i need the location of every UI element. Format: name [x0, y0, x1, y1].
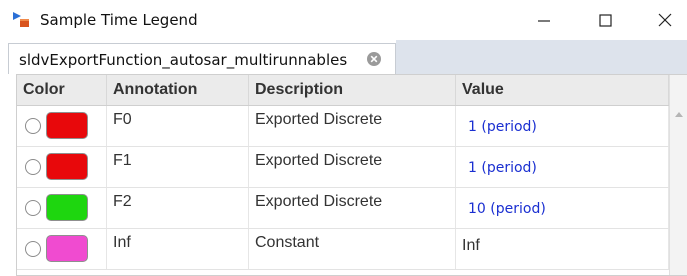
table-row[interactable]: F0 Exported Discrete 1 (period): [17, 106, 669, 147]
header-value[interactable]: Value: [456, 75, 669, 105]
tab-label: sldvExportFunction_autosar_multirunnable…: [19, 51, 348, 69]
table-row[interactable]: F1 Exported Discrete 1 (period): [17, 147, 669, 188]
description-cell: Exported Discrete: [249, 147, 456, 187]
value-cell: 1 (period): [456, 147, 669, 187]
color-swatch[interactable]: [46, 235, 88, 262]
header-color[interactable]: Color: [17, 75, 107, 105]
description-text: Constant: [255, 234, 320, 251]
value-cell: Inf: [456, 229, 669, 269]
header-description[interactable]: Description: [249, 75, 456, 105]
annotation-cell: F2: [107, 188, 249, 228]
vertical-scrollbar[interactable]: [669, 75, 687, 275]
close-icon: [658, 13, 672, 27]
value-link[interactable]: 1 (period): [468, 160, 537, 176]
scroll-up-arrow-icon[interactable]: [674, 111, 684, 119]
color-swatch[interactable]: [46, 194, 88, 221]
minimize-icon: [538, 20, 550, 22]
color-swatch[interactable]: [46, 112, 88, 139]
tab-strip: sldvExportFunction_autosar_multirunnable…: [0, 40, 687, 75]
header-annotation[interactable]: Annotation: [107, 75, 249, 105]
value-cell: 1 (period): [456, 106, 669, 146]
annotation-cell: F0: [107, 106, 249, 146]
description-text: Exported Discrete: [255, 111, 383, 128]
tab-strip-background: [396, 40, 687, 75]
window-title: Sample Time Legend: [40, 11, 198, 29]
maximize-button[interactable]: [583, 6, 627, 34]
minimize-button[interactable]: [522, 6, 566, 34]
title-bar: Sample Time Legend: [0, 0, 687, 40]
annotation-text: F0: [113, 111, 132, 128]
value-text: Inf: [462, 237, 480, 254]
annotation-text: Inf: [113, 234, 131, 251]
description-cell: Constant: [249, 229, 456, 269]
maximize-icon: [599, 14, 612, 27]
row-radio[interactable]: [25, 241, 41, 257]
color-cell: [17, 147, 107, 187]
table-header: Color Annotation Description Value: [17, 75, 669, 106]
simulink-icon: [13, 12, 29, 27]
row-radio[interactable]: [25, 200, 41, 216]
table-row[interactable]: Inf Constant Inf: [17, 229, 669, 270]
description-text: Exported Discrete: [255, 193, 383, 210]
table-row[interactable]: F2 Exported Discrete 10 (period): [17, 188, 669, 229]
tab-model[interactable]: sldvExportFunction_autosar_multirunnable…: [8, 43, 396, 74]
color-cell: [17, 188, 107, 228]
row-radio[interactable]: [25, 159, 41, 175]
color-cell: [17, 229, 107, 269]
value-link[interactable]: 10 (period): [468, 201, 546, 217]
close-circle-icon[interactable]: [366, 51, 382, 67]
close-window-button[interactable]: [643, 6, 687, 34]
sample-time-table: Color Annotation Description Value F0 Ex…: [16, 74, 687, 276]
annotation-cell: Inf: [107, 229, 249, 269]
color-cell: [17, 106, 107, 146]
value-cell: 10 (period): [456, 188, 669, 228]
annotation-text: F1: [113, 152, 132, 169]
description-cell: Exported Discrete: [249, 188, 456, 228]
row-radio[interactable]: [25, 118, 41, 134]
annotation-text: F2: [113, 193, 132, 210]
description-cell: Exported Discrete: [249, 106, 456, 146]
color-swatch[interactable]: [46, 153, 88, 180]
description-text: Exported Discrete: [255, 152, 383, 169]
value-link[interactable]: 1 (period): [468, 119, 537, 135]
annotation-cell: F1: [107, 147, 249, 187]
